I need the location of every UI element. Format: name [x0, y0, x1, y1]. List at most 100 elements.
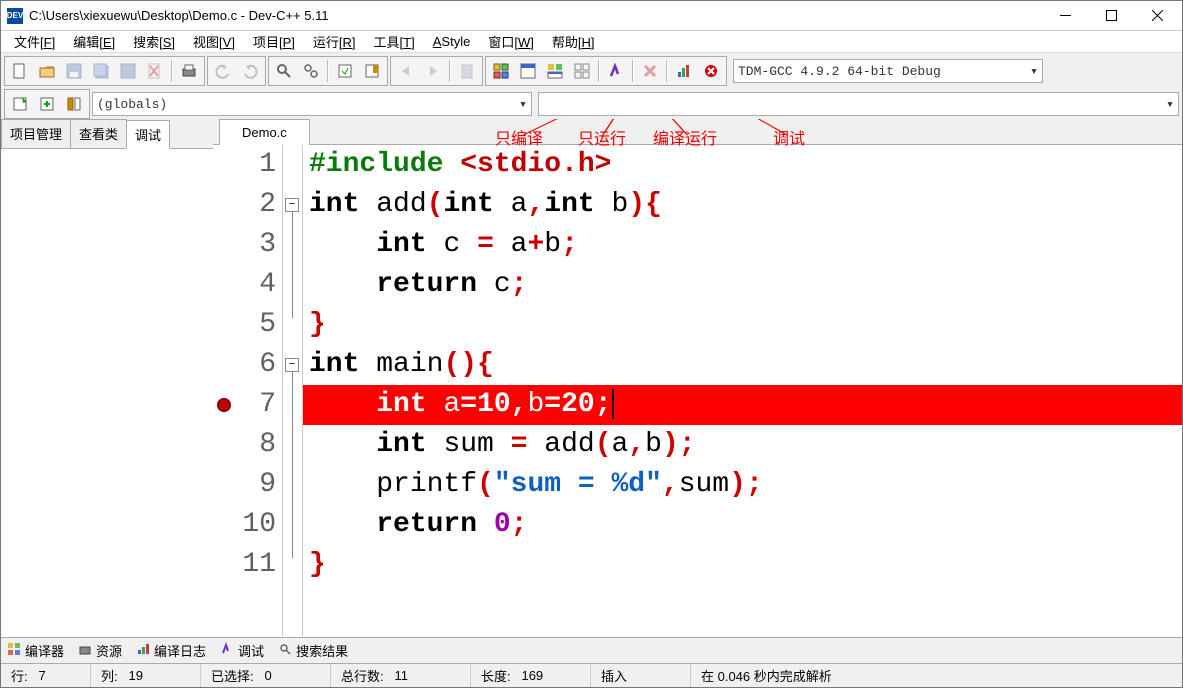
compiler-select[interactable]: TDM-GCC 4.9.2 64-bit Debug ▾	[733, 59, 1043, 83]
profile-button[interactable]	[671, 58, 697, 84]
new-class-button[interactable]	[7, 91, 33, 117]
code-line[interactable]: return 0;	[303, 505, 1182, 545]
compile-button[interactable]	[488, 58, 514, 84]
code-line[interactable]: int add(int a,int b){	[303, 185, 1182, 225]
menu-item[interactable]: 帮助[H]	[543, 30, 604, 53]
menu-item[interactable]: 工具[T]	[365, 30, 424, 53]
line-number[interactable]: 4	[213, 265, 276, 305]
toggle-bookmark-button[interactable]	[454, 58, 480, 84]
minimize-button[interactable]	[1042, 1, 1088, 31]
code-line[interactable]: }	[303, 305, 1182, 345]
find-button[interactable]	[271, 58, 297, 84]
line-number[interactable]: 11	[213, 545, 276, 585]
bottom-tab[interactable]: 编译日志	[136, 641, 206, 660]
menu-item[interactable]: AStyle	[424, 32, 480, 51]
bookmark-button[interactable]	[359, 58, 385, 84]
maximize-button[interactable]	[1088, 1, 1134, 31]
compiler-select-value: TDM-GCC 4.9.2 64-bit Debug	[738, 64, 941, 79]
redo-button[interactable]	[237, 58, 263, 84]
debug-button[interactable]	[603, 58, 629, 84]
class-browser-button[interactable]	[61, 91, 87, 117]
tab-icon	[7, 642, 21, 659]
toolgroup-file	[4, 56, 205, 86]
side-tab[interactable]: 调试	[126, 120, 170, 149]
goto-button[interactable]	[332, 58, 358, 84]
line-number[interactable]: 5	[213, 305, 276, 345]
undo-button[interactable]	[210, 58, 236, 84]
line-number[interactable]: 8	[213, 425, 276, 465]
tab-label: 编译器	[25, 641, 64, 660]
code-line[interactable]: int sum = add(a,b);	[303, 425, 1182, 465]
rebuild-button[interactable]	[569, 58, 595, 84]
side-tab[interactable]: 项目管理	[1, 119, 71, 148]
editor-area: Demo.c 只编译 只运行 编译运行 调试 1234567891011 −− …	[213, 119, 1182, 637]
fold-toggle[interactable]: −	[285, 358, 299, 372]
menu-item[interactable]: 窗口[W]	[479, 30, 543, 53]
app-icon: DEV	[7, 8, 23, 24]
code-content[interactable]: #include <stdio.h>int add(int a,int b){ …	[303, 145, 1182, 637]
bottom-tab[interactable]: 调试	[220, 641, 264, 660]
menu-item[interactable]: 项目[P]	[244, 30, 304, 53]
line-number[interactable]: 2	[213, 185, 276, 225]
line-number[interactable]: 1	[213, 145, 276, 185]
code-line[interactable]: #include <stdio.h>	[303, 145, 1182, 185]
run-button[interactable]	[515, 58, 541, 84]
code-line[interactable]: int a=10,b=20;	[303, 385, 1182, 425]
side-tab[interactable]: 查看类	[70, 119, 127, 148]
print-button[interactable]	[176, 58, 202, 84]
scope-select[interactable]: (globals) ▾	[92, 92, 532, 116]
close-file-button[interactable]	[142, 58, 168, 84]
annotation-compile: 只编译	[495, 125, 543, 149]
stop-button[interactable]	[637, 58, 663, 84]
code-line[interactable]: }	[303, 545, 1182, 585]
chevron-down-icon: ▾	[519, 97, 527, 112]
toolbars: TDM-GCC 4.9.2 64-bit Debug ▾ (globals) ▾…	[1, 53, 1182, 119]
new-file-button[interactable]	[7, 58, 33, 84]
breakpoint-icon[interactable]	[217, 398, 231, 412]
line-gutter[interactable]: 1234567891011	[213, 145, 283, 637]
bottom-tab[interactable]: 编译器	[7, 641, 64, 660]
fold-column[interactable]: −−	[283, 145, 303, 637]
code-line[interactable]: int c = a+b;	[303, 225, 1182, 265]
bottom-tab[interactable]: 搜索结果	[278, 641, 348, 660]
back-button[interactable]	[393, 58, 419, 84]
code-line[interactable]: return c;	[303, 265, 1182, 305]
member-select[interactable]: ▾	[538, 92, 1179, 116]
line-number[interactable]: 10	[213, 505, 276, 545]
forward-button[interactable]	[420, 58, 446, 84]
line-number[interactable]: 9	[213, 465, 276, 505]
window-title: C:\Users\xiexuewu\Desktop\Demo.c - Dev-C…	[29, 8, 329, 23]
save-all-button[interactable]	[88, 58, 114, 84]
replace-button[interactable]	[298, 58, 324, 84]
status-len: 长度: 169	[471, 664, 591, 687]
code-editor[interactable]: 1234567891011 −− #include <stdio.h>int a…	[213, 145, 1182, 637]
code-line[interactable]: printf("sum = %d",sum);	[303, 465, 1182, 505]
tab-label: 调试	[238, 641, 264, 660]
menu-item[interactable]: 视图[V]	[184, 30, 244, 53]
tab-label: 资源	[96, 641, 122, 660]
tab-icon	[278, 642, 292, 659]
open-file-button[interactable]	[34, 58, 60, 84]
side-tabs: 项目管理查看类调试	[1, 119, 213, 149]
menu-item[interactable]: 文件[F]	[5, 30, 64, 53]
line-number[interactable]: 3	[213, 225, 276, 265]
tab-label: 搜索结果	[296, 641, 348, 660]
fold-toggle[interactable]: −	[285, 198, 299, 212]
tab-label: 编译日志	[154, 641, 206, 660]
status-line: 行: 7	[1, 664, 91, 687]
line-number[interactable]: 6	[213, 345, 276, 385]
save-as-button[interactable]	[115, 58, 141, 84]
goto-class-button[interactable]	[34, 91, 60, 117]
bottom-tab[interactable]: 资源	[78, 641, 122, 660]
menu-item[interactable]: 搜索[S]	[124, 30, 184, 53]
code-line[interactable]: int main(){	[303, 345, 1182, 385]
save-button[interactable]	[61, 58, 87, 84]
close-button[interactable]	[1134, 1, 1180, 31]
chevron-down-icon: ▾	[1166, 97, 1174, 112]
compile-run-button[interactable]	[542, 58, 568, 84]
menu-item[interactable]: 编辑[E]	[64, 30, 124, 53]
delete-profile-button[interactable]	[698, 58, 724, 84]
menu-item[interactable]: 运行[R]	[304, 30, 365, 53]
toolgroup-edit	[207, 56, 266, 86]
editor-tab[interactable]: Demo.c	[219, 119, 310, 145]
